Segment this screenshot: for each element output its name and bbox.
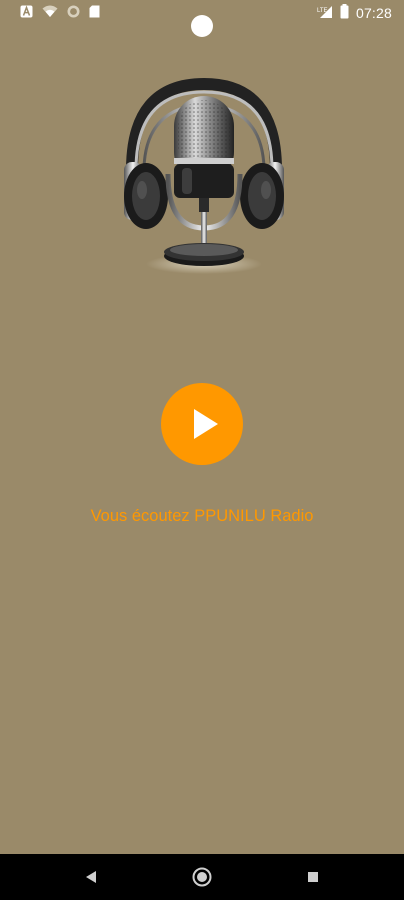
home-button[interactable] [172,854,232,900]
home-icon [192,867,212,887]
play-button[interactable] [161,383,243,465]
play-icon [194,409,218,439]
back-button[interactable] [61,854,121,900]
camera-cutout [191,15,213,37]
signal-icon: LTE [317,5,333,22]
now-playing-text: Vous écoutez PPUNILU Radio [90,507,314,525]
app-screen: LTE 07:28 Vous écoutez PPUNILU Radio [0,0,404,900]
sd-card-icon [89,5,100,21]
wifi-icon [42,5,58,21]
headphones-microphone-artwork [116,77,292,278]
recents-button[interactable] [283,854,343,900]
svg-text:LTE: LTE [317,8,328,14]
recents-icon [308,872,318,882]
circle-icon [67,5,80,21]
navigation-bar [0,854,404,900]
status-time: 07:28 [355,5,392,21]
battery-icon [340,4,349,22]
font-a-icon [20,5,33,21]
back-icon [86,871,96,883]
